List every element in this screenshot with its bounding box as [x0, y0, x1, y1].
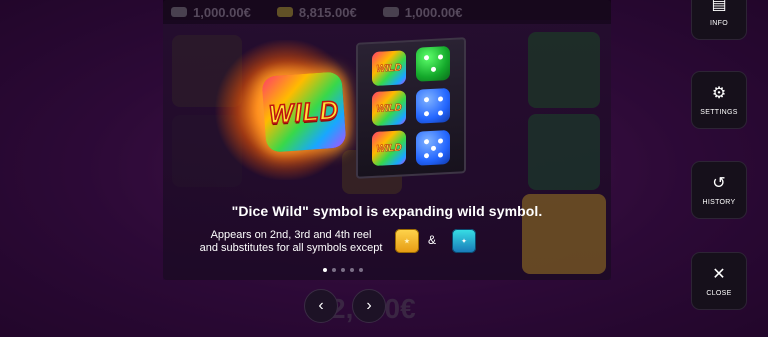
page-dot[interactable] [332, 268, 336, 272]
balance-value: 1,000.00€ [193, 4, 251, 20]
page-indicator [323, 268, 363, 272]
gear-icon: ⚙ [711, 84, 727, 102]
description-line: Appears on 2nd, 3rd and 4th reel [210, 229, 372, 241]
chevron-right-icon: › [366, 297, 372, 314]
close-label: CLOSE [706, 289, 732, 297]
history-icon: ↺ [712, 174, 726, 192]
win-item: 1,000.00€ [382, 4, 463, 20]
settings-button[interactable]: ⚙ SETTINGS [691, 71, 747, 129]
page-dot[interactable] [323, 268, 327, 272]
bet-item: 8,815.00€ [276, 4, 357, 20]
history-label: HISTORY [702, 198, 736, 206]
close-button[interactable]: ✕ CLOSE [691, 252, 747, 310]
blue-dice-icon [416, 87, 450, 124]
description-line: and substitutes for all symbols except [199, 242, 383, 254]
settings-label: SETTINGS [700, 108, 738, 116]
info-icon: ▤ [711, 0, 727, 13]
ampersand: & [428, 233, 437, 247]
info-button[interactable]: ▤ INFO [691, 0, 747, 40]
bet-value: 8,815.00€ [298, 4, 357, 20]
coin-icon [276, 7, 293, 17]
balance-item: 1,000.00€ [171, 5, 251, 20]
rules-title: "Dice Wild" symbol is expanding wild sym… [231, 203, 543, 219]
history-button[interactable]: ↺ HISTORY [691, 161, 747, 219]
rules-description: Appears on 2nd, 3rd and 4th reel and sub… [186, 229, 396, 255]
eye-icon [382, 7, 399, 17]
example-reels: WILD WILD WILD [356, 37, 466, 179]
mini-wild-symbol: WILD [372, 90, 406, 127]
page-dot[interactable] [341, 268, 345, 272]
previous-page-button[interactable]: ‹ [304, 289, 338, 323]
green-dice-icon [416, 45, 450, 82]
next-page-button[interactable]: › [352, 289, 386, 323]
bonus-symbol-icon: ★ [395, 229, 419, 253]
scatter-symbol-icon: ✦ [452, 229, 476, 253]
chevron-left-icon: ‹ [318, 297, 324, 314]
mini-wild-symbol: WILD [372, 50, 406, 87]
close-icon: ✕ [712, 265, 726, 283]
blue-dice-icon [416, 129, 450, 166]
wild-text: WILD [267, 93, 341, 129]
dice-wild-symbol: WILD [261, 71, 347, 153]
mini-wild-symbol: WILD [372, 130, 406, 167]
diamond-icon [171, 7, 187, 17]
page-dot[interactable] [359, 268, 363, 272]
info-label: INFO [710, 19, 728, 27]
win-value: 1,000.00€ [404, 4, 463, 20]
page-dot[interactable] [350, 268, 354, 272]
